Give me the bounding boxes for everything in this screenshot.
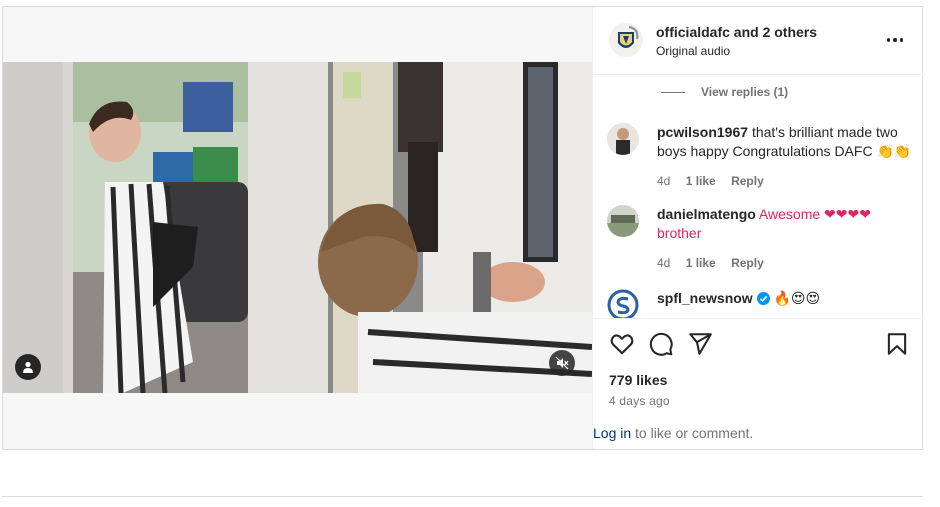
coauthors-link[interactable]: and 2 others: [734, 24, 817, 40]
heart-icon[interactable]: [609, 331, 635, 357]
view-replies-label: View replies (1): [701, 85, 789, 99]
post-sidebar: officialdafc and 2 others Original audio…: [592, 7, 923, 449]
commenter-avatar[interactable]: [607, 205, 639, 237]
comment-reply-button[interactable]: Reply: [731, 174, 764, 188]
avatar-photo: [607, 205, 639, 237]
more-icon: [886, 38, 891, 42]
share-icon[interactable]: [687, 331, 713, 357]
user-tag-button[interactable]: [15, 354, 41, 380]
comment-body: pcwilson1967 that's brilliant made two b…: [657, 123, 917, 161]
muted-speaker-icon: [555, 356, 569, 370]
post-timestamp[interactable]: 4 days ago: [609, 394, 670, 408]
comment-likes[interactable]: 1 like: [686, 256, 716, 270]
login-prompt: Log in to like or comment.: [593, 425, 923, 450]
likes-count[interactable]: 779 likes: [609, 372, 667, 388]
video-player[interactable]: [3, 62, 592, 393]
video-frame: [3, 62, 592, 393]
post-header: officialdafc and 2 others Original audio: [593, 7, 923, 75]
comment-meta: 4d 1 like Reply: [657, 174, 776, 188]
more-options-button[interactable]: [884, 29, 906, 51]
dafc-crest-icon: [609, 23, 643, 57]
audio-link[interactable]: Original audio: [656, 44, 730, 58]
mute-button[interactable]: [549, 350, 575, 376]
section-divider: [2, 496, 923, 497]
comment-age: 4d: [657, 174, 671, 188]
more-icon-dot: [893, 38, 897, 42]
instagram-post: officialdafc and 2 others Original audio…: [2, 6, 923, 450]
comment-icon[interactable]: [648, 331, 674, 357]
comment-body: spfl_newsnow 🔥😍😍: [657, 289, 917, 308]
comment-item: pcwilson1967 that's brilliant made two b…: [607, 123, 917, 193]
comment-body: danielmatengo Awesome ❤❤❤❤ brother: [657, 205, 917, 243]
login-prompt-text: to like or comment.: [631, 425, 754, 441]
comment-username[interactable]: spfl_newsnow: [657, 290, 753, 306]
more-icon-dot: [899, 38, 904, 42]
comment-item: spfl_newsnow 🔥😍😍: [607, 289, 917, 318]
post-actions: 779 likes 4 days ago Log in to like or c…: [593, 318, 923, 449]
post-media: [3, 7, 592, 449]
comment-username[interactable]: pcwilson1967: [657, 124, 748, 140]
author-username[interactable]: officialdafc: [656, 24, 730, 40]
comment-reply-button[interactable]: Reply: [731, 256, 764, 270]
author-line: officialdafc and 2 others: [656, 24, 817, 40]
replies-divider: [661, 91, 685, 93]
view-replies-button[interactable]: View replies (1): [661, 85, 788, 99]
comments-list[interactable]: View replies (1) pcwilson1967 that's bri…: [593, 75, 923, 318]
author-avatar[interactable]: [609, 23, 643, 57]
comment-username[interactable]: danielmatengo: [657, 206, 756, 222]
comment-likes[interactable]: 1 like: [686, 174, 716, 188]
comment-meta: 4d 1 like Reply: [657, 256, 776, 270]
verified-badge-icon: [756, 292, 770, 305]
commenter-avatar[interactable]: [607, 289, 639, 318]
commenter-avatar[interactable]: [607, 123, 639, 155]
login-link[interactable]: Log in: [593, 425, 631, 441]
comment-text: 🔥😍😍: [773, 290, 821, 306]
bookmark-icon[interactable]: [884, 331, 910, 357]
spfl-logo-icon: [607, 289, 639, 318]
user-tag-icon: [23, 361, 33, 373]
avatar-photo: [607, 123, 639, 155]
comment-age: 4d: [657, 256, 671, 270]
comment-item: danielmatengo Awesome ❤❤❤❤ brother 4d 1 …: [607, 205, 917, 275]
